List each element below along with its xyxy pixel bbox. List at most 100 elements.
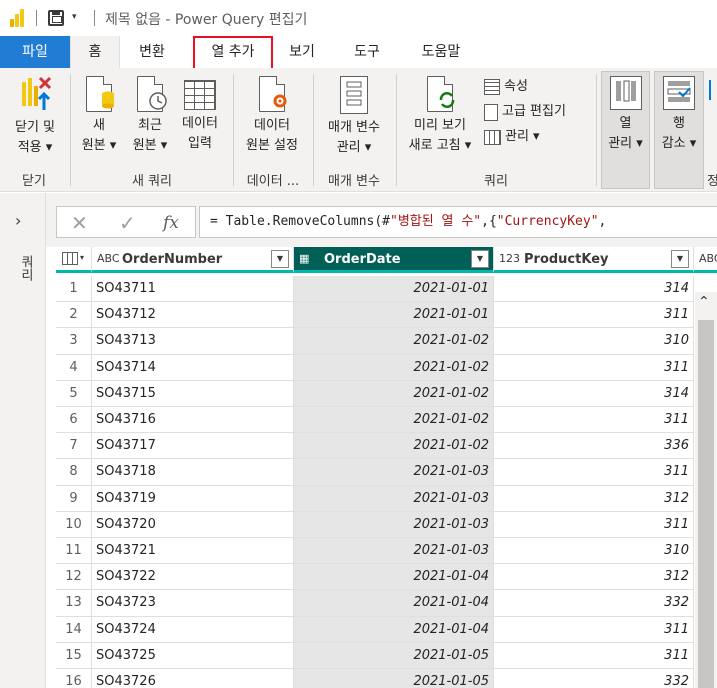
- table-row[interactable]: 13 SO43723 2021-01-04 332: [56, 590, 717, 617]
- row-number[interactable]: 11: [56, 538, 92, 565]
- table-row[interactable]: 6 SO43716 2021-01-02 311: [56, 407, 717, 434]
- row-number[interactable]: 1: [56, 276, 92, 303]
- cell-ordernumber[interactable]: SO43711: [92, 276, 294, 303]
- tab-add-column[interactable]: 열 추가: [193, 36, 273, 71]
- cell-ordernumber[interactable]: SO43723: [92, 590, 294, 617]
- cell-orderdate[interactable]: 2021-01-03: [294, 538, 494, 565]
- cell-orderdate[interactable]: 2021-01-03: [294, 459, 494, 486]
- cell-ordernumber[interactable]: SO43719: [92, 485, 294, 512]
- new-source-button[interactable]: 새 원본 ▾: [76, 76, 122, 156]
- column-header-orderdate[interactable]: ▦ OrderDate ▼: [294, 247, 494, 273]
- cell-productkey[interactable]: 310: [494, 328, 694, 355]
- cell-ordernumber[interactable]: SO43718: [92, 459, 294, 486]
- cell-productkey[interactable]: 310: [494, 538, 694, 565]
- table-row[interactable]: 16 SO43726 2021-01-05 332: [56, 669, 717, 688]
- cell-productkey[interactable]: 332: [494, 669, 694, 688]
- scrollbar-thumb[interactable]: [698, 320, 714, 688]
- cell-productkey[interactable]: 312: [494, 485, 694, 512]
- cell-orderdate[interactable]: 2021-01-04: [294, 564, 494, 591]
- column-header-productkey[interactable]: 123 ProductKey ▼: [494, 247, 694, 273]
- manage-columns-button[interactable]: 열 관리 ▾: [601, 76, 650, 154]
- cell-ordernumber[interactable]: SO43721: [92, 538, 294, 565]
- cell-productkey[interactable]: 311: [494, 407, 694, 434]
- cell-orderdate[interactable]: 2021-01-05: [294, 642, 494, 669]
- cell-productkey[interactable]: 314: [494, 276, 694, 303]
- cell-ordernumber[interactable]: SO43717: [92, 433, 294, 460]
- table-row[interactable]: 8 SO43718 2021-01-03 311: [56, 459, 717, 486]
- cell-orderdate[interactable]: 2021-01-02: [294, 433, 494, 460]
- tab-tools[interactable]: 도구: [342, 36, 392, 68]
- cell-orderdate[interactable]: 2021-01-03: [294, 485, 494, 512]
- table-row[interactable]: 7 SO43717 2021-01-02 336: [56, 433, 717, 460]
- save-icon[interactable]: [48, 10, 64, 26]
- cell-ordernumber[interactable]: SO43715: [92, 380, 294, 407]
- row-number[interactable]: 3: [56, 328, 92, 355]
- cell-ordernumber[interactable]: SO43713: [92, 328, 294, 355]
- table-row[interactable]: 2 SO43712 2021-01-01 311: [56, 302, 717, 329]
- column-filter-dropdown[interactable]: ▼: [271, 250, 289, 268]
- scroll-up-icon[interactable]: ⌃: [698, 294, 710, 310]
- row-number[interactable]: 14: [56, 616, 92, 643]
- cell-orderdate[interactable]: 2021-01-01: [294, 276, 494, 303]
- cell-productkey[interactable]: 311: [494, 459, 694, 486]
- cell-orderdate[interactable]: 2021-01-02: [294, 328, 494, 355]
- tab-home[interactable]: 홈: [70, 36, 120, 68]
- cell-orderdate[interactable]: 2021-01-02: [294, 380, 494, 407]
- tab-help[interactable]: 도움말: [406, 36, 476, 68]
- row-number[interactable]: 12: [56, 564, 92, 591]
- close-apply-button[interactable]: 닫기 및 적용 ▾: [4, 76, 66, 158]
- column-header-ordernumber[interactable]: ABC OrderNumber ▼: [92, 247, 294, 273]
- row-number[interactable]: 7: [56, 433, 92, 460]
- cell-ordernumber[interactable]: SO43726: [92, 669, 294, 688]
- cell-ordernumber[interactable]: SO43722: [92, 564, 294, 591]
- table-row[interactable]: 3 SO43713 2021-01-02 310: [56, 328, 717, 355]
- vertical-scrollbar[interactable]: ⌃: [695, 292, 717, 688]
- cell-orderdate[interactable]: 2021-01-01: [294, 302, 494, 329]
- cell-ordernumber[interactable]: SO43714: [92, 354, 294, 381]
- cell-productkey[interactable]: 311: [494, 302, 694, 329]
- cell-productkey[interactable]: 314: [494, 380, 694, 407]
- cell-productkey[interactable]: 311: [494, 354, 694, 381]
- column-filter-dropdown[interactable]: ▼: [671, 250, 689, 268]
- cell-ordernumber[interactable]: SO43725: [92, 642, 294, 669]
- data-source-settings-button[interactable]: 데이터 원본 설정: [238, 76, 306, 156]
- cell-ordernumber[interactable]: SO43720: [92, 511, 294, 538]
- refresh-preview-button[interactable]: 미리 보기 새로 고침 ▾: [400, 76, 480, 156]
- commit-formula-icon[interactable]: ✓: [119, 211, 136, 235]
- cancel-formula-icon[interactable]: ✕: [71, 211, 88, 235]
- table-menu-header[interactable]: ▾: [56, 247, 92, 273]
- row-number[interactable]: 9: [56, 485, 92, 512]
- cell-productkey[interactable]: 332: [494, 590, 694, 617]
- tab-view[interactable]: 보기: [276, 36, 328, 68]
- fx-icon[interactable]: fx: [163, 213, 179, 233]
- properties-button[interactable]: 속성: [484, 78, 528, 96]
- row-number[interactable]: 15: [56, 642, 92, 669]
- cell-ordernumber[interactable]: SO43712: [92, 302, 294, 329]
- reduce-rows-button[interactable]: 행 감소 ▾: [654, 76, 704, 154]
- enter-data-button[interactable]: 데이터 입력: [174, 76, 226, 154]
- table-row[interactable]: 4 SO43714 2021-01-02 311: [56, 354, 717, 381]
- row-number[interactable]: 6: [56, 407, 92, 434]
- cell-productkey[interactable]: 311: [494, 616, 694, 643]
- cell-orderdate[interactable]: 2021-01-05: [294, 669, 494, 688]
- row-number[interactable]: 8: [56, 459, 92, 486]
- cell-orderdate[interactable]: 2021-01-03: [294, 511, 494, 538]
- quick-access-dropdown-icon[interactable]: ▾: [72, 12, 77, 22]
- table-row[interactable]: 1 SO43711 2021-01-01 314: [56, 276, 717, 303]
- row-number[interactable]: 2: [56, 302, 92, 329]
- table-row[interactable]: 9 SO43719 2021-01-03 312: [56, 485, 717, 512]
- advanced-editor-button[interactable]: 고급 편집기: [484, 103, 566, 121]
- table-row[interactable]: 10 SO43720 2021-01-03 311: [56, 511, 717, 538]
- row-number[interactable]: 5: [56, 380, 92, 407]
- manage-parameters-button[interactable]: 매개 변수 관리 ▾: [318, 76, 390, 158]
- cell-orderdate[interactable]: 2021-01-02: [294, 407, 494, 434]
- row-number[interactable]: 4: [56, 354, 92, 381]
- formula-input[interactable]: = Table.RemoveColumns(#"병합된 열 수",{"Curre…: [199, 206, 717, 238]
- column-filter-dropdown[interactable]: ▼: [471, 250, 489, 268]
- cell-productkey[interactable]: 336: [494, 433, 694, 460]
- expand-pane-chevron-icon[interactable]: ›: [15, 211, 21, 230]
- cell-productkey[interactable]: 312: [494, 564, 694, 591]
- cell-productkey[interactable]: 311: [494, 642, 694, 669]
- recent-sources-button[interactable]: 최근 원본 ▾: [126, 76, 174, 156]
- tab-file[interactable]: 파일: [0, 36, 70, 68]
